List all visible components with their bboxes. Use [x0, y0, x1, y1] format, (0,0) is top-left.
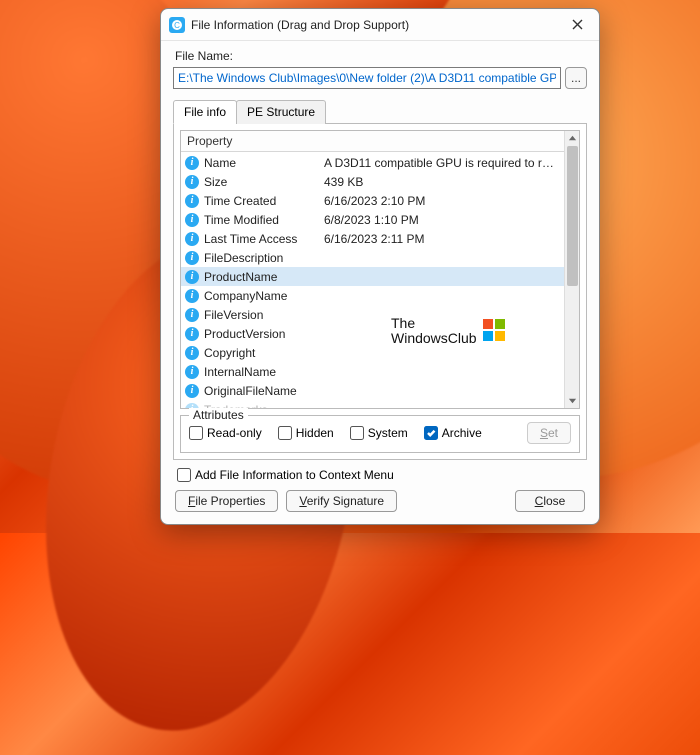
property-name: FileDescription — [204, 251, 324, 265]
info-icon: i — [185, 346, 199, 360]
filename-label: File Name: — [175, 49, 587, 63]
property-value: 6/16/2023 2:11 PM — [324, 232, 560, 246]
svg-text:C: C — [174, 21, 180, 30]
tabs: File info PE Structure — [173, 99, 587, 124]
tab-file-info[interactable]: File info — [173, 100, 237, 124]
info-icon: i — [185, 194, 199, 208]
info-icon: i — [185, 232, 199, 246]
property-name: Name — [204, 156, 324, 170]
archive-checkbox[interactable]: Archive — [424, 426, 482, 440]
property-value: 6/8/2023 1:10 PM — [324, 213, 560, 227]
info-icon: i — [185, 365, 199, 379]
info-icon: i — [185, 175, 199, 189]
property-row[interactable]: i NameA D3D11 compatible GPU is required … — [181, 153, 564, 172]
file-information-dialog: C File Information (Drag and Drop Suppor… — [160, 8, 600, 525]
property-name: ProductVersion — [204, 327, 324, 341]
property-list: Property i NameA D3D11 compatible GPU is … — [180, 130, 580, 409]
property-row[interactable]: i InternalName — [181, 362, 564, 381]
property-name: InternalName — [204, 365, 324, 379]
property-row[interactable]: iTrademarks — [181, 400, 564, 408]
property-row[interactable]: i Copyright — [181, 343, 564, 362]
file-info-panel: Property i NameA D3D11 compatible GPU is … — [173, 124, 587, 460]
property-value: 439 KB — [324, 175, 560, 189]
property-name: Size — [204, 175, 324, 189]
property-name: OriginalFileName — [204, 384, 324, 398]
hidden-checkbox[interactable]: Hidden — [278, 426, 334, 440]
set-button[interactable]: Set — [527, 422, 571, 444]
system-checkbox[interactable]: System — [350, 426, 408, 440]
scroll-up-icon[interactable] — [567, 133, 578, 144]
info-icon: i — [185, 213, 199, 227]
filename-input[interactable] — [173, 67, 561, 89]
info-icon: i — [185, 270, 199, 284]
verify-signature-button[interactable]: Verify Signature — [286, 490, 397, 512]
scrollbar[interactable] — [564, 131, 579, 408]
property-row[interactable]: i FileDescription — [181, 248, 564, 267]
info-icon: i — [185, 289, 199, 303]
property-row[interactable]: i Last Time Access6/16/2023 2:11 PM — [181, 229, 564, 248]
tab-pe-structure[interactable]: PE Structure — [236, 100, 326, 124]
scroll-thumb[interactable] — [567, 146, 578, 286]
info-icon: i — [185, 308, 199, 322]
info-icon: i — [185, 384, 199, 398]
close-button[interactable]: Close — [515, 490, 585, 512]
info-icon: i — [185, 327, 199, 341]
property-row[interactable]: i ProductVersion — [181, 324, 564, 343]
property-row[interactable]: i FileVersion — [181, 305, 564, 324]
property-value: 6/16/2023 2:10 PM — [324, 194, 560, 208]
property-row[interactable]: i Size439 KB — [181, 172, 564, 191]
scroll-down-icon[interactable] — [567, 395, 578, 406]
info-icon: i — [185, 251, 199, 265]
property-name: Time Modified — [204, 213, 324, 227]
browse-button[interactable]: ... — [565, 67, 587, 89]
property-row[interactable]: i Time Modified6/8/2023 1:10 PM — [181, 210, 564, 229]
property-row[interactable]: i CompanyName — [181, 286, 564, 305]
property-row[interactable]: i Time Created6/16/2023 2:10 PM — [181, 191, 564, 210]
attributes-group: Attributes Read-only Hidden System Archi… — [180, 415, 580, 453]
close-icon[interactable] — [557, 11, 597, 39]
property-name: Time Created — [204, 194, 324, 208]
property-row[interactable]: i OriginalFileName — [181, 381, 564, 400]
property-name: ProductName — [204, 270, 324, 284]
window-title: File Information (Drag and Drop Support) — [191, 18, 409, 32]
property-name: CompanyName — [204, 289, 324, 303]
file-properties-button[interactable]: File Properties — [175, 490, 278, 512]
titlebar: C File Information (Drag and Drop Suppor… — [161, 9, 599, 41]
info-icon: i — [185, 156, 199, 170]
property-header: Property — [181, 131, 579, 152]
property-row[interactable]: i ProductName — [181, 267, 564, 286]
property-name: Copyright — [204, 346, 324, 360]
property-name: FileVersion — [204, 308, 324, 322]
context-menu-checkbox[interactable]: Add File Information to Context Menu — [177, 468, 394, 482]
property-value: A D3D11 compatible GPU is required to ru… — [324, 156, 560, 170]
property-name: Last Time Access — [204, 232, 324, 246]
attributes-title: Attributes — [189, 408, 248, 422]
readonly-checkbox[interactable]: Read-only — [189, 426, 262, 440]
app-icon: C — [169, 17, 185, 33]
